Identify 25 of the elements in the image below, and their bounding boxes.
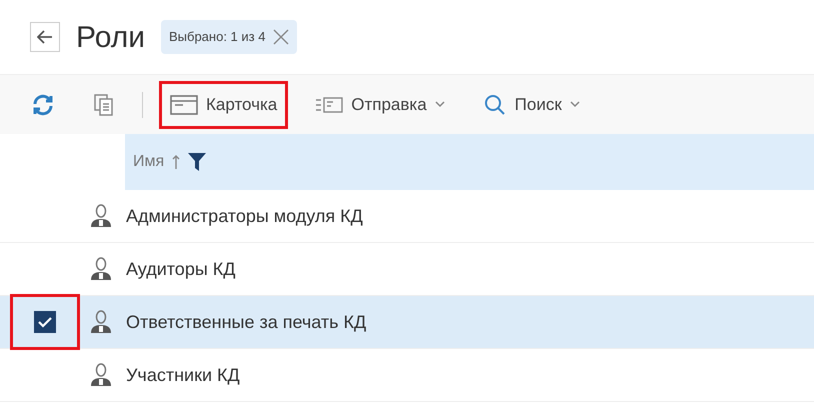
copy-icon xyxy=(93,92,115,116)
toolbar-button[interactable]: Карточка xyxy=(159,80,288,128)
role-name: Аудиторы КД xyxy=(126,258,236,281)
column-label: Имя xyxy=(133,152,164,172)
back-button[interactable] xyxy=(30,22,60,52)
page-title: Роли xyxy=(76,20,145,56)
user-role-icon xyxy=(90,257,112,281)
selection-count: Выбрано: 1 из 4 xyxy=(168,28,266,46)
role-name: Участники КД xyxy=(126,364,240,387)
user-role-icon xyxy=(90,310,112,334)
card-icon xyxy=(170,94,198,114)
user-role-icon xyxy=(90,204,112,228)
role-name: Администраторы модуля КД xyxy=(126,204,363,228)
toolbar-button[interactable]: Отправка xyxy=(304,80,456,128)
close-icon xyxy=(273,29,290,45)
search-icon xyxy=(482,92,507,116)
checkbox[interactable] xyxy=(34,311,56,333)
table-row[interactable]: Ответственные за печать КД xyxy=(0,296,814,349)
toolbar-button[interactable]: Поиск xyxy=(472,80,591,128)
refresh-icon xyxy=(31,92,55,116)
user-role-icon xyxy=(90,363,112,387)
envelope-list-icon xyxy=(315,96,344,114)
clear-selection-button[interactable] xyxy=(273,29,290,45)
back-arrow-icon xyxy=(37,30,53,44)
role-name: Ответственные за печать КД xyxy=(126,310,366,334)
